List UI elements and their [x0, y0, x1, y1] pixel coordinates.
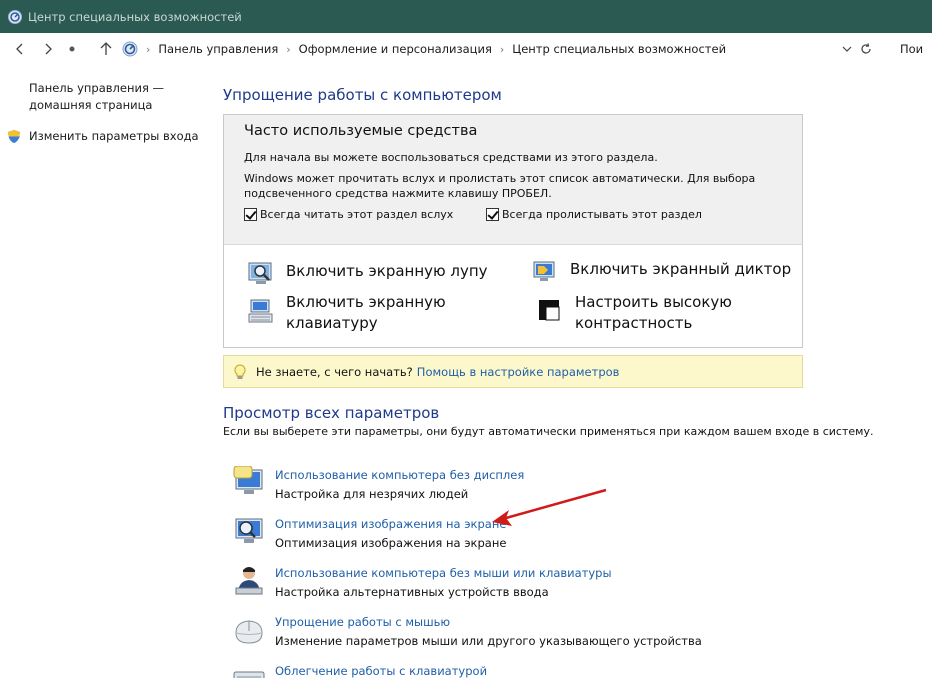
tool-contrast-label-1: Настроить высокую [575, 293, 732, 311]
arrow-up-icon [100, 42, 112, 55]
quick-access-title: Часто используемые средства [244, 123, 478, 139]
tip-text: Не знаете, с чего начать? [256, 364, 413, 379]
magnifier-icon [248, 262, 272, 284]
all-settings-description: Если вы выберете эти параметры, они буду… [223, 425, 874, 438]
tool-keyboard-label-2: клавиатуру [286, 314, 378, 332]
list-item: Облегчение работы с клавиатурой [232, 662, 487, 678]
lightbulb-icon [234, 363, 246, 379]
screen-optimize-icon [235, 518, 263, 543]
tip-help-link[interactable]: Помощь в настройке параметров [417, 365, 620, 379]
keyboard-icon [233, 671, 265, 678]
tool-keyboard-label-1: Включить экранную [286, 293, 446, 311]
ease-of-access-icon [8, 9, 22, 24]
tool-magnifier[interactable]: Включить экранную лупу [248, 261, 488, 287]
title-bar: Центр специальных возможностей [0, 0, 932, 33]
breadcrumb-ease-of-access[interactable]: Центр специальных возможностей [512, 42, 726, 56]
list-item: Упрощение работы с мышью Изменение парам… [232, 613, 702, 651]
tool-contrast-label-2: контрастность [575, 314, 693, 332]
auto-scroll-checkbox[interactable]: Всегда пролистывать этот раздел [486, 208, 702, 221]
list-item: Использование компьютера без мыши или кл… [232, 564, 612, 602]
breadcrumb-separator: › [146, 42, 151, 56]
list-item: Оптимизация изображения на экране Оптими… [232, 515, 506, 553]
settings-link-no-display[interactable]: Использование компьютера без дисплея [275, 466, 524, 484]
high-contrast-icon [539, 300, 560, 321]
read-aloud-label: Всегда читать этот раздел вслух [260, 208, 454, 221]
settings-link-keyboard[interactable]: Облегчение работы с клавиатурой [275, 662, 487, 678]
quick-access-info-1: Windows может прочитать вслух и пролиста… [244, 172, 756, 185]
chevron-down-icon[interactable] [842, 45, 852, 53]
narrator-icon [533, 261, 555, 281]
tip-bar: Не знаете, с чего начать? Помощь в настр… [223, 355, 803, 388]
tool-narrator[interactable]: Включить экранный диктор [532, 259, 791, 285]
checkbox-checked-icon [244, 208, 257, 221]
all-settings-heading: Просмотр всех параметров [223, 404, 440, 422]
breadcrumb-control-panel[interactable]: Панель управления [158, 42, 278, 56]
window-title: Центр специальных возможностей [28, 9, 242, 24]
no-display-icon [233, 466, 263, 494]
breadcrumb-appearance[interactable]: Оформление и персонализация [299, 42, 492, 56]
sidebar-signin-link[interactable]: Изменить параметры входа [29, 128, 209, 145]
breadcrumb-separator: › [499, 42, 505, 56]
user-input-device-icon [235, 567, 263, 595]
list-item: Использование компьютера без дисплея Нас… [232, 466, 524, 504]
address-bar: › Панель управления › Оформление и персо… [0, 33, 932, 65]
back-button[interactable] [8, 37, 32, 61]
all-settings-heading-wrap: Просмотр всех параметров [223, 404, 439, 422]
settings-desc-no-display: Настройка для незрячих людей [275, 487, 469, 501]
tool-magnifier-label: Включить экранную лупу [286, 262, 488, 280]
checkbox-checked-icon [486, 208, 499, 221]
up-button[interactable] [94, 37, 118, 61]
settings-link-screen[interactable]: Оптимизация изображения на экране [275, 515, 506, 533]
settings-desc-no-mouse: Настройка альтернативных устройств ввода [275, 585, 549, 599]
quick-access-header: Часто используемые средства Для начала в… [224, 115, 802, 245]
refresh-icon[interactable] [860, 43, 872, 55]
uac-shield-icon [8, 130, 20, 143]
auto-scroll-label: Всегда пролистывать этот раздел [502, 208, 702, 221]
tool-high-contrast[interactable]: Настроить высокую контрастность [537, 292, 732, 334]
breadcrumb-separator: › [286, 42, 291, 56]
search-input[interactable]: Пои [900, 42, 932, 56]
main-heading-wrap: Упрощение работы с компьютером [223, 86, 502, 104]
dot-icon [69, 46, 75, 52]
quick-access-intro: Для начала вы можете воспользоваться сре… [244, 151, 658, 164]
settings-desc-mouse: Изменение параметров мыши или другого ук… [275, 634, 702, 648]
onscreen-keyboard-icon [248, 299, 273, 323]
sidebar-home-link[interactable]: Панель управления — домашняя страница [29, 80, 179, 114]
mouse-icon [235, 620, 263, 644]
page-title: Упрощение работы с компьютером [223, 86, 502, 104]
tool-onscreen-keyboard[interactable]: Включить экранную клавиатуру [248, 292, 446, 334]
quick-access-box: Часто используемые средства Для начала в… [223, 114, 803, 348]
tool-narrator-label: Включить экранный диктор [570, 260, 792, 278]
read-aloud-checkbox[interactable]: Всегда читать этот раздел вслух [244, 208, 453, 221]
chevron-left-icon [16, 43, 23, 55]
chevron-right-icon [45, 43, 52, 55]
settings-link-mouse[interactable]: Упрощение работы с мышью [275, 613, 702, 631]
settings-desc-screen: Оптимизация изображения на экране [275, 536, 507, 550]
settings-link-no-mouse[interactable]: Использование компьютера без мыши или кл… [275, 564, 612, 582]
ease-of-access-location-icon [122, 41, 138, 57]
quick-access-info-2: подсвеченного средства нажмите клавишу П… [244, 187, 552, 200]
recent-locations-button[interactable] [60, 37, 84, 61]
forward-button[interactable] [36, 37, 60, 61]
